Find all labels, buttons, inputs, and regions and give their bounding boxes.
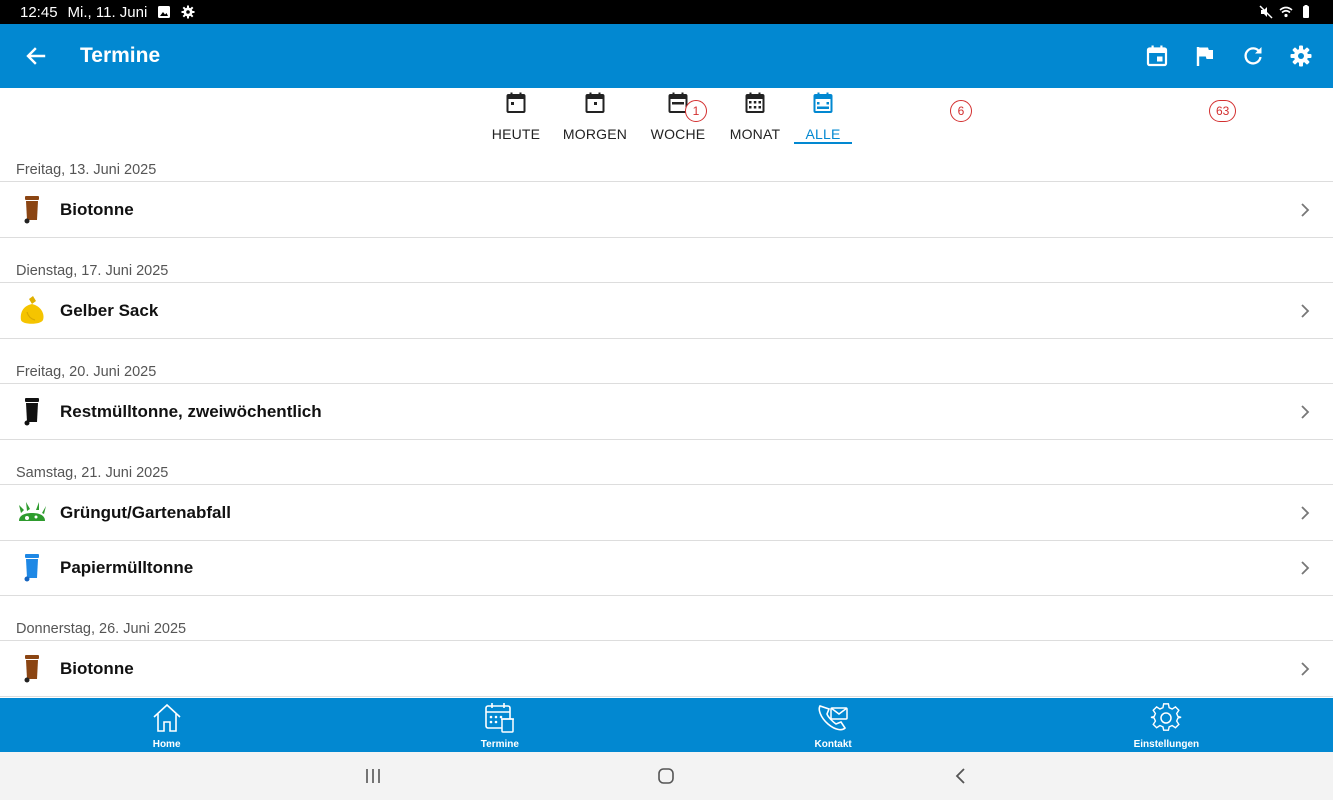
filter-tabs: HEUTE MORGEN WOCHE MONAT ALLE 1 6 63 (0, 88, 1333, 146)
list-item-papier[interactable]: Papiermülltonne (0, 541, 1333, 596)
item-label: Gelber Sack (60, 300, 159, 320)
list-item-gruengut[interactable]: Grüngut/Gartenabfall (0, 485, 1333, 541)
nav-home[interactable]: Home (0, 698, 333, 752)
image-icon (158, 6, 171, 18)
item-label: Biotonne (60, 199, 134, 219)
settings-gear-icon (181, 5, 195, 19)
tab-label: HEUTE (491, 126, 541, 142)
refresh-button[interactable] (1229, 32, 1277, 80)
list-item-gelber-sack[interactable]: Gelber Sack (0, 283, 1333, 339)
home-icon (153, 703, 181, 732)
home-circle-icon (658, 768, 674, 784)
status-bar: 12:45 Mi., 11. Juni (0, 0, 1333, 24)
contact-phone-icon (818, 705, 848, 731)
back-system-button[interactable] (946, 762, 974, 790)
date-header: Freitag, 13. Juni 2025 (0, 146, 1333, 182)
brown-bin-icon (24, 654, 39, 682)
recent-apps-button[interactable] (359, 762, 387, 790)
badge-alle: 63 (1209, 100, 1237, 122)
badge-woche: 1 (685, 100, 707, 122)
settings-gear-outline-icon (1151, 703, 1182, 731)
yellow-bag-icon (20, 295, 44, 324)
back-button[interactable] (0, 24, 72, 88)
tab-label: ALLE (805, 126, 841, 142)
nav-label: Einstellungen (1133, 739, 1200, 750)
nav-label: Termine (480, 739, 519, 750)
app-bar: Termine (0, 24, 1333, 88)
flag-icon (1196, 47, 1213, 66)
date-header: Dienstag, 17. Juni 2025 (0, 246, 1333, 283)
item-label: Papiermülltonne (60, 558, 194, 577)
calendar-tomorrow-icon (585, 92, 605, 113)
blue-bin-icon (24, 554, 39, 582)
nav-label: Kontakt (814, 739, 852, 750)
system-navigation-bar (0, 752, 1333, 800)
recent-apps-icon (366, 769, 380, 783)
flag-button[interactable] (1181, 32, 1229, 80)
screen: 12:45 Mi., 11. Juni Termine HEUTE MORGEN… (0, 0, 1333, 800)
calendar-event-icon (1146, 45, 1168, 67)
calendar-today-icon (506, 92, 526, 113)
tab-heute[interactable]: HEUTE (486, 88, 546, 144)
active-tab-indicator (794, 142, 852, 144)
chevron-right-icon (1301, 404, 1310, 419)
nav-termine[interactable]: Termine (333, 698, 666, 752)
calendar-export-button[interactable] (1133, 32, 1181, 80)
list-item-biotonne[interactable]: Biotonne (0, 641, 1333, 697)
chevron-right-icon (1301, 303, 1310, 318)
green-waste-icon (19, 501, 46, 521)
settings-button[interactable] (1277, 32, 1325, 80)
status-date: Mi., 11. Juni (67, 3, 148, 21)
calendar-all-icon (813, 92, 833, 113)
battery-icon (1303, 5, 1309, 18)
tab-label: MONAT (729, 126, 781, 142)
item-label: Grüngut/Gartenabfall (60, 502, 231, 522)
tab-morgen[interactable]: MORGEN (560, 88, 630, 144)
chevron-left-icon (955, 768, 965, 784)
chevron-right-icon (1301, 661, 1310, 676)
date-header: Samstag, 21. Juni 2025 (0, 448, 1333, 485)
nav-label: Home (152, 739, 181, 750)
wifi-icon (1279, 6, 1293, 18)
nav-einstellungen[interactable]: Einstellungen (1000, 698, 1333, 752)
refresh-icon (1244, 47, 1262, 65)
home-system-button[interactable] (652, 762, 680, 790)
arrow-back-icon (26, 47, 46, 65)
page-title: Termine (80, 44, 161, 67)
mute-icon (1259, 5, 1273, 19)
date-header: Donnerstag, 26. Juni 2025 (0, 604, 1333, 641)
tab-monat[interactable]: MONAT (724, 88, 786, 144)
calendar-month-icon (745, 92, 765, 113)
status-time: 12:45 (20, 3, 58, 21)
item-label: Restmülltonne, zweiwöchentlich (60, 401, 322, 421)
chevron-right-icon (1301, 202, 1310, 217)
tab-alle[interactable]: ALLE (794, 88, 852, 144)
chevron-right-icon (1301, 505, 1310, 520)
badge-monat: 6 (950, 100, 972, 122)
list-item-restmuell[interactable]: Restmülltonne, zweiwöchentlich (0, 384, 1333, 440)
bottom-navigation: Home Termine Kontakt Einstellungen (0, 698, 1333, 752)
gear-icon (1290, 45, 1312, 67)
chevron-right-icon (1301, 561, 1310, 575)
nav-kontakt[interactable]: Kontakt (667, 698, 1000, 752)
brown-bin-icon (24, 195, 39, 223)
calendar-bin-icon (485, 703, 514, 733)
list-item-biotonne[interactable]: Biotonne (0, 182, 1333, 238)
tab-label: WOCHE (650, 126, 706, 142)
item-label: Biotonne (60, 658, 134, 678)
appointment-list[interactable]: Freitag, 13. Juni 2025 Biotonne Dienstag… (0, 146, 1333, 698)
date-header: Freitag, 20. Juni 2025 (0, 347, 1333, 384)
black-bin-icon (24, 397, 39, 425)
tab-label: MORGEN (562, 126, 628, 142)
